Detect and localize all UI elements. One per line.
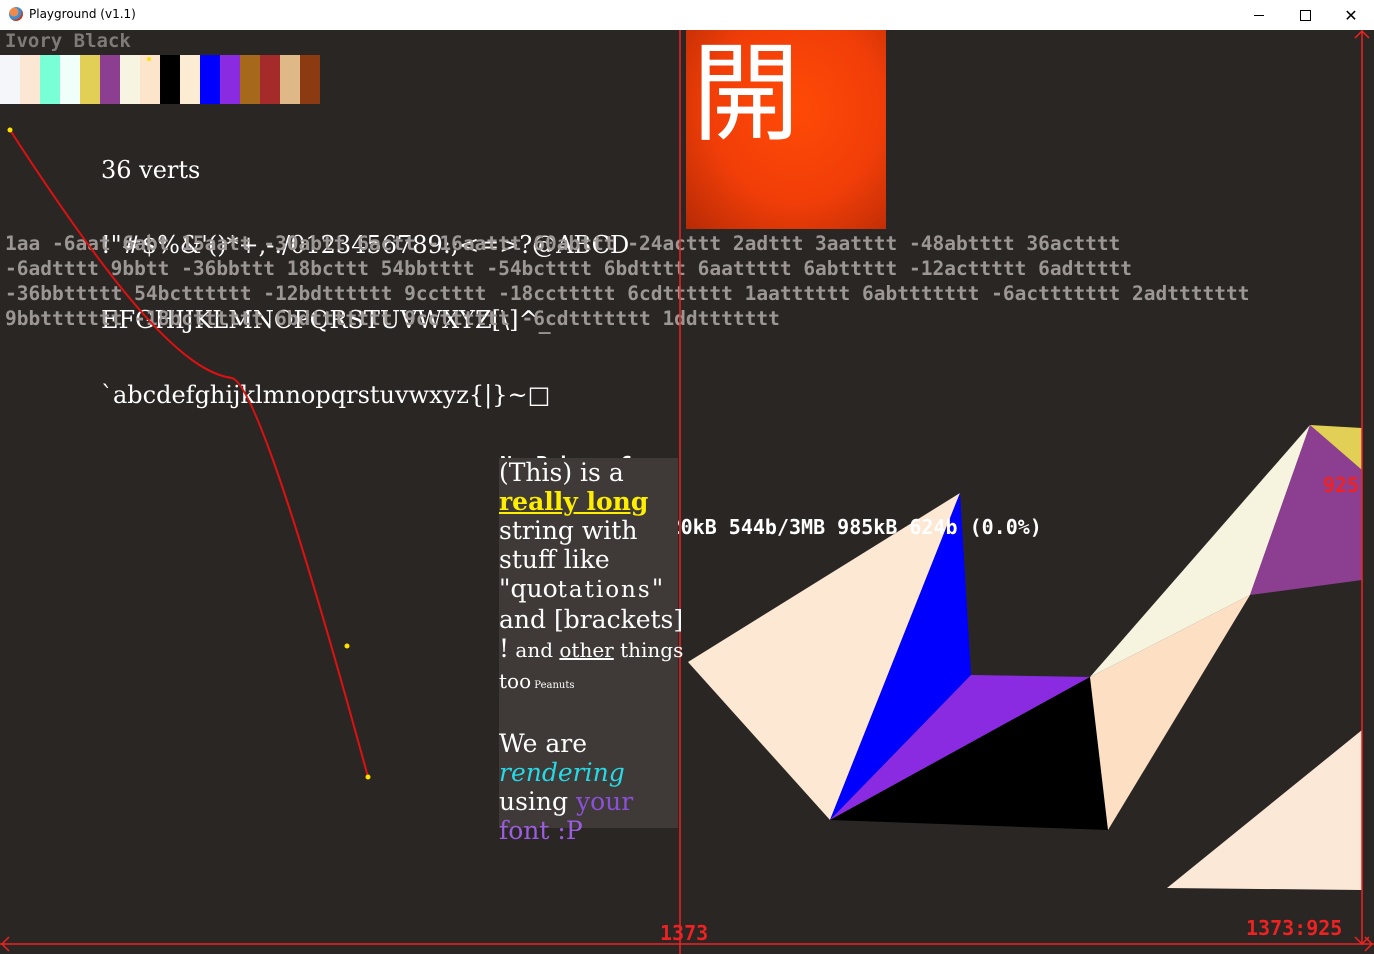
demo-text-underlined: other bbox=[559, 638, 614, 662]
demo-line-6: and [brackets] bbox=[499, 605, 684, 634]
demo-line-2: really long bbox=[499, 487, 649, 516]
demo-spacer bbox=[499, 700, 678, 729]
demo-text-purple: your bbox=[575, 787, 634, 816]
demo-text: "quo bbox=[499, 574, 558, 603]
demo-text-tiny: Peanuts bbox=[531, 680, 575, 691]
demo-text-small: too bbox=[499, 669, 532, 693]
demo-line-5: "quotations" bbox=[499, 574, 678, 605]
demo-text: " bbox=[651, 574, 664, 603]
demo-text-spaced: tations bbox=[557, 577, 652, 603]
control-point-start[interactable] bbox=[7, 127, 13, 133]
demo-line-4: stuff like bbox=[499, 545, 678, 574]
size-label: 1373:925 bbox=[1246, 916, 1343, 940]
demo-text: ! bbox=[499, 634, 510, 663]
demo-text-small: and bbox=[509, 638, 560, 662]
demo-line-1: (This) is a bbox=[499, 458, 678, 487]
demo-text: like bbox=[555, 545, 610, 574]
demo-text: (This) is a bbox=[499, 458, 624, 487]
demo-line-9: We are bbox=[499, 729, 588, 758]
demo-line-3: string with bbox=[499, 516, 638, 545]
bezier-curve bbox=[9, 129, 369, 778]
demo-line-8: too Peanuts bbox=[499, 665, 678, 700]
demo-text: stuff bbox=[499, 545, 556, 574]
demo-text: using bbox=[499, 787, 576, 816]
height-label: 925 bbox=[1323, 473, 1360, 497]
demo-text-small: things bbox=[613, 638, 684, 662]
demo-line-7: ! and other things bbox=[499, 634, 683, 665]
demo-line-11: using your bbox=[499, 787, 678, 816]
control-point-mid[interactable] bbox=[344, 643, 350, 649]
control-point-end[interactable] bbox=[365, 774, 371, 780]
width-label: 1373 bbox=[660, 921, 709, 945]
triangle-cream-bottom bbox=[1167, 730, 1362, 890]
rich-text-demo: (This) is a really long string with stuf… bbox=[499, 458, 684, 845]
demo-line-12: font :P bbox=[499, 816, 583, 845]
demo-line-10: rendering bbox=[499, 758, 625, 787]
